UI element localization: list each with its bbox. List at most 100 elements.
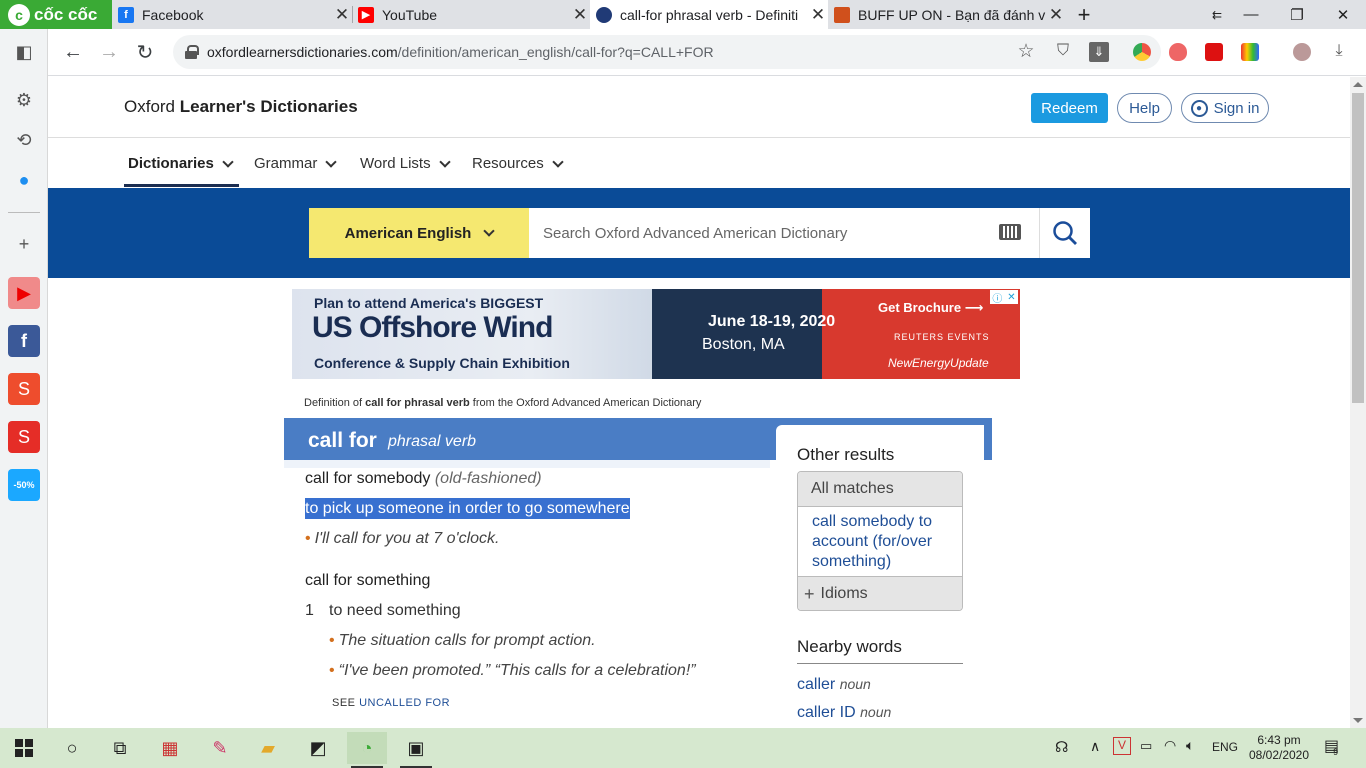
search-icon [1053, 221, 1077, 245]
close-window-button[interactable]: ✕ [1320, 0, 1366, 29]
oxford-favicon-icon [596, 6, 612, 23]
menu-grammar[interactable]: Grammar [254, 155, 338, 172]
sense2-definition: to need something [329, 602, 461, 619]
extension-coccoc-icon[interactable] [1133, 43, 1151, 61]
definition-source: Definition of call for phrasal verb from… [304, 397, 701, 409]
help-button[interactable]: Help [1117, 93, 1172, 123]
scroll-up-icon[interactable] [1353, 82, 1363, 87]
ad-cta-label: Get Brochure [878, 300, 962, 315]
unikey-icon[interactable]: V [1113, 737, 1131, 755]
paint-app-icon[interactable]: ✎ [200, 732, 240, 764]
search-circle-icon[interactable]: ○ [52, 732, 92, 764]
language-indicator[interactable]: ENG [1212, 740, 1238, 754]
tray-expand-icon[interactable]: ∧ [1090, 738, 1100, 755]
youtube-sidebar-icon[interactable]: ▶ [8, 277, 40, 309]
sense1-heading: call for somebody (old-fashioned) [305, 470, 542, 488]
tab-call-for[interactable]: call-for phrasal verb - Definiti ✕ [590, 0, 828, 29]
browser-sidebar: ◧ ⚙ ⟲ ● + ▶ f S S -50% [0, 29, 48, 728]
tab-title: BUFF UP ON - Bạn đã đánh v [858, 6, 1046, 23]
messenger-icon[interactable]: ● [8, 164, 40, 196]
page-content: Oxford Learner's Dictionaries Redeem Hel… [48, 77, 1350, 728]
menu-dictionaries[interactable]: Dictionaries [128, 155, 234, 172]
file-explorer-icon[interactable]: ▰ [248, 732, 288, 764]
sendo-icon[interactable]: S [8, 421, 40, 453]
redeem-button[interactable]: Redeem [1031, 93, 1108, 123]
keyboard-icon[interactable] [999, 224, 1021, 240]
tab-youtube[interactable]: ▶ YouTube ✕ [352, 0, 590, 29]
sense2-example1: • The situation calls for prompt action. [329, 632, 596, 650]
people-icon[interactable]: ☊ [1055, 738, 1068, 756]
shield-icon[interactable]: ⛉ [1053, 41, 1073, 61]
extension-adblock-icon[interactable] [1169, 43, 1187, 61]
download-page-icon[interactable]: ⇓ [1089, 42, 1109, 62]
extension-red-icon[interactable] [1205, 43, 1223, 61]
volume-icon[interactable]: 🔈︎ [1186, 737, 1194, 754]
notification-icon[interactable]: ▤9 [1324, 736, 1344, 757]
menu-word-lists[interactable]: Word Lists [360, 155, 451, 172]
app-taskbar-icon[interactable]: ▣ [396, 732, 436, 768]
dictionary-select[interactable]: American English [309, 208, 529, 258]
download-icon[interactable]: ⤓ [1329, 41, 1349, 61]
settings-gear-icon[interactable]: ⚙ [8, 84, 40, 116]
windows-start-icon[interactable] [4, 732, 44, 764]
history-icon[interactable]: ⟲ [8, 124, 40, 156]
minimize-button[interactable]: — [1228, 0, 1274, 29]
address-bar[interactable]: oxfordlearnersdictionaries.com/definitio… [173, 35, 1161, 69]
menu-resources[interactable]: Resources [472, 155, 564, 172]
wifi-icon[interactable]: ◠ [1164, 737, 1176, 754]
back-arrow-icon[interactable]: ← [58, 37, 88, 67]
facebook-sidebar-icon[interactable]: f [8, 325, 40, 357]
clock[interactable]: 6:43 pm 08/02/2020 [1244, 733, 1314, 763]
site-title[interactable]: Oxford Learner's Dictionaries [124, 97, 358, 117]
sign-in-button[interactable]: ● Sign in [1181, 93, 1269, 123]
match-link[interactable]: call somebody to account (for/over somet… [812, 512, 952, 572]
new-tab-button[interactable]: + [1066, 0, 1102, 29]
ad-cta[interactable]: Get Brochure ⟶ [878, 300, 983, 316]
extension-color-icon[interactable] [1241, 43, 1259, 61]
battery-icon[interactable]: ▭ [1140, 738, 1152, 754]
idioms-toggle[interactable]: + Idioms [798, 576, 962, 610]
example-text: The situation calls for prompt action. [338, 632, 596, 649]
tab-facebook[interactable]: f Facebook ✕ [112, 0, 352, 29]
shopee-icon[interactable]: S [8, 373, 40, 405]
scroll-down-icon[interactable] [1353, 718, 1363, 723]
bookmark-star-icon[interactable]: ☆ [1016, 41, 1036, 62]
page-scrollbar[interactable] [1350, 77, 1366, 728]
tiki-icon[interactable]: -50% [8, 469, 40, 501]
ad-banner[interactable]: Plan to attend America's BIGGEST US Offs… [292, 289, 1020, 379]
search-input[interactable]: Search Oxford Advanced American Dictiona… [529, 208, 1039, 258]
idioms-label: Idioms [820, 585, 868, 602]
entry-header-shadow [284, 460, 770, 468]
sidebar-toggle-icon[interactable]: ◧ [8, 36, 40, 68]
close-icon[interactable]: ✕ [808, 5, 828, 25]
forward-arrow-icon[interactable]: → [94, 37, 124, 67]
nearby-word[interactable]: caller noun [797, 676, 871, 694]
ad-close-icon[interactable]: ⓘ ✕ [990, 290, 1018, 305]
add-panel-icon[interactable]: + [8, 228, 40, 260]
chevron-down-icon [552, 155, 564, 168]
close-icon[interactable]: ✕ [1046, 5, 1066, 25]
tab-buff-up-on[interactable]: BUFF UP ON - Bạn đã đánh v ✕ [828, 0, 1066, 29]
task-view-icon[interactable]: ⧉ [100, 732, 140, 764]
browser-brand[interactable]: c cốc cốc [0, 0, 112, 29]
nearby-word-text: caller [797, 676, 836, 693]
app-pinned-icon[interactable]: ▦ [150, 732, 190, 764]
all-matches-header[interactable]: All matches [798, 472, 962, 507]
profile-avatar[interactable] [1293, 43, 1311, 61]
coccoc-taskbar-icon[interactable]: ◔ [347, 732, 387, 768]
site-title-bold: Learner's Dictionaries [179, 97, 358, 116]
maximize-button[interactable]: ❐ [1274, 0, 1320, 29]
nearby-word[interactable]: caller ID noun [797, 704, 891, 722]
menu-label: Dictionaries [128, 155, 214, 172]
close-icon[interactable]: ✕ [332, 5, 352, 25]
headword: call for [308, 429, 377, 452]
chevron-down-icon [438, 155, 451, 168]
close-icon[interactable]: ✕ [570, 5, 590, 25]
see-link[interactable]: UNCALLED FOR [359, 697, 450, 709]
notes-app-icon[interactable]: ◩ [298, 732, 338, 764]
reload-icon[interactable]: ↻ [130, 37, 160, 67]
search-button[interactable] [1039, 208, 1090, 258]
scroll-thumb[interactable] [1352, 93, 1364, 403]
see-label: SEE [332, 697, 356, 709]
active-menu-underline [124, 184, 239, 187]
